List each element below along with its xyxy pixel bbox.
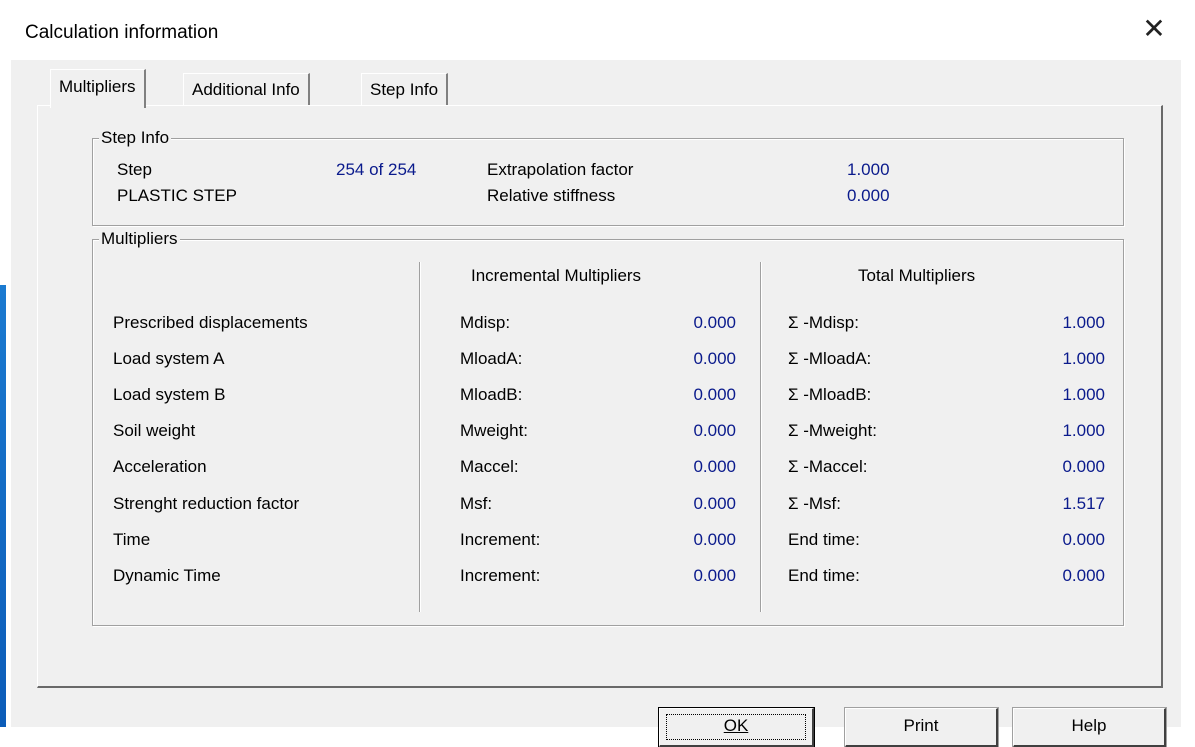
step-info-group: Step Info Step 254 of 254 PLASTIC STEP E… (92, 128, 1124, 226)
incremental-value: 0.000 (693, 494, 736, 513)
row-label: Time (113, 530, 151, 549)
total-name: Σ -MloadB: (788, 385, 872, 404)
total-name: Σ -Maccel: (788, 457, 868, 476)
row-label: Soil weight (113, 421, 196, 440)
incremental-name: Mdisp: (460, 313, 511, 332)
dialog-window: Calculation information ✕ Multipliers Ad… (11, 0, 1181, 747)
incremental-name: Msf: (460, 494, 493, 513)
ok-button[interactable]: OK (658, 707, 815, 747)
background-left (0, 0, 11, 727)
ok-focus-rect (666, 714, 806, 740)
row-label: Acceleration (113, 457, 207, 476)
help-button[interactable]: Help (1013, 708, 1166, 747)
incremental-name: MloadB: (460, 385, 523, 404)
total-value: 1.000 (1062, 421, 1105, 440)
row-label: Dynamic Time (113, 566, 221, 585)
background-right (1181, 0, 1195, 727)
tab-step-info-label: Step Info (370, 80, 439, 99)
step-label: Step (117, 160, 152, 179)
tab-additional-info[interactable]: Additional Info (183, 73, 310, 106)
tab-step-info[interactable]: Step Info (361, 73, 449, 106)
row-label: Strenght reduction factor (113, 494, 300, 513)
incremental-value: 0.000 (693, 530, 736, 549)
total-value: 0.000 (1062, 530, 1105, 549)
incremental-name: Increment: (460, 566, 541, 585)
incremental-header: Incremental Multipliers (471, 266, 642, 285)
phase-label: PLASTIC STEP (117, 186, 237, 205)
total-value: 0.000 (1062, 566, 1105, 585)
tab-multipliers[interactable]: Multipliers (50, 69, 146, 108)
incremental-value: 0.000 (693, 385, 736, 404)
tab-additional-info-label: Additional Info (192, 80, 300, 99)
extrapolation-label: Extrapolation factor (487, 160, 634, 179)
step-info-legend: Step Info (99, 128, 172, 148)
total-name: Σ -MloadA: (788, 349, 872, 368)
column-divider-1 (419, 262, 420, 612)
step-value: 254 of 254 (336, 160, 417, 179)
incremental-value: 0.000 (693, 313, 736, 332)
total-value: 1.000 (1062, 349, 1105, 368)
multipliers-group: Multipliers Incremental Multipliers Tota… (92, 229, 1124, 626)
stiffness-value: 0.000 (847, 186, 890, 205)
incremental-value: 0.000 (693, 421, 736, 440)
multipliers-legend: Multipliers (99, 229, 180, 249)
incremental-name: MloadA: (460, 349, 523, 368)
total-name: End time: (788, 566, 860, 585)
total-name: Σ -Mweight: (788, 421, 877, 440)
background-app-strip (0, 285, 6, 727)
extrapolation-value: 1.000 (847, 160, 890, 179)
incremental-name: Maccel: (460, 457, 519, 476)
total-value: 1.517 (1062, 494, 1105, 513)
total-name: Σ -Msf: (788, 494, 842, 513)
incremental-name: Mweight: (460, 421, 529, 440)
total-name: End time: (788, 530, 860, 549)
incremental-value: 0.000 (693, 349, 736, 368)
total-value: 1.000 (1062, 313, 1105, 332)
row-label: Load system B (113, 385, 226, 404)
total-header: Total Multipliers (858, 266, 976, 285)
total-name: Σ -Mdisp: (788, 313, 859, 332)
row-label: Prescribed displacements (113, 313, 308, 332)
dialog-title: Calculation information (25, 22, 219, 43)
total-value: 1.000 (1062, 385, 1105, 404)
incremental-value: 0.000 (693, 457, 736, 476)
column-divider-2 (760, 262, 761, 612)
stiffness-label: Relative stiffness (487, 186, 616, 205)
tab-multipliers-label: Multipliers (59, 77, 136, 96)
close-icon[interactable]: ✕ (1139, 14, 1169, 44)
title-bar: Calculation information ✕ (11, 0, 1181, 60)
print-button[interactable]: Print (845, 708, 998, 747)
incremental-value: 0.000 (693, 566, 736, 585)
incremental-name: Increment: (460, 530, 541, 549)
print-button-label: Print (903, 716, 939, 735)
total-value: 0.000 (1062, 457, 1105, 476)
tab-panel: Step Info Step 254 of 254 PLASTIC STEP E… (37, 105, 1163, 688)
row-label: Load system A (113, 349, 225, 368)
help-button-label: Help (1071, 716, 1107, 735)
